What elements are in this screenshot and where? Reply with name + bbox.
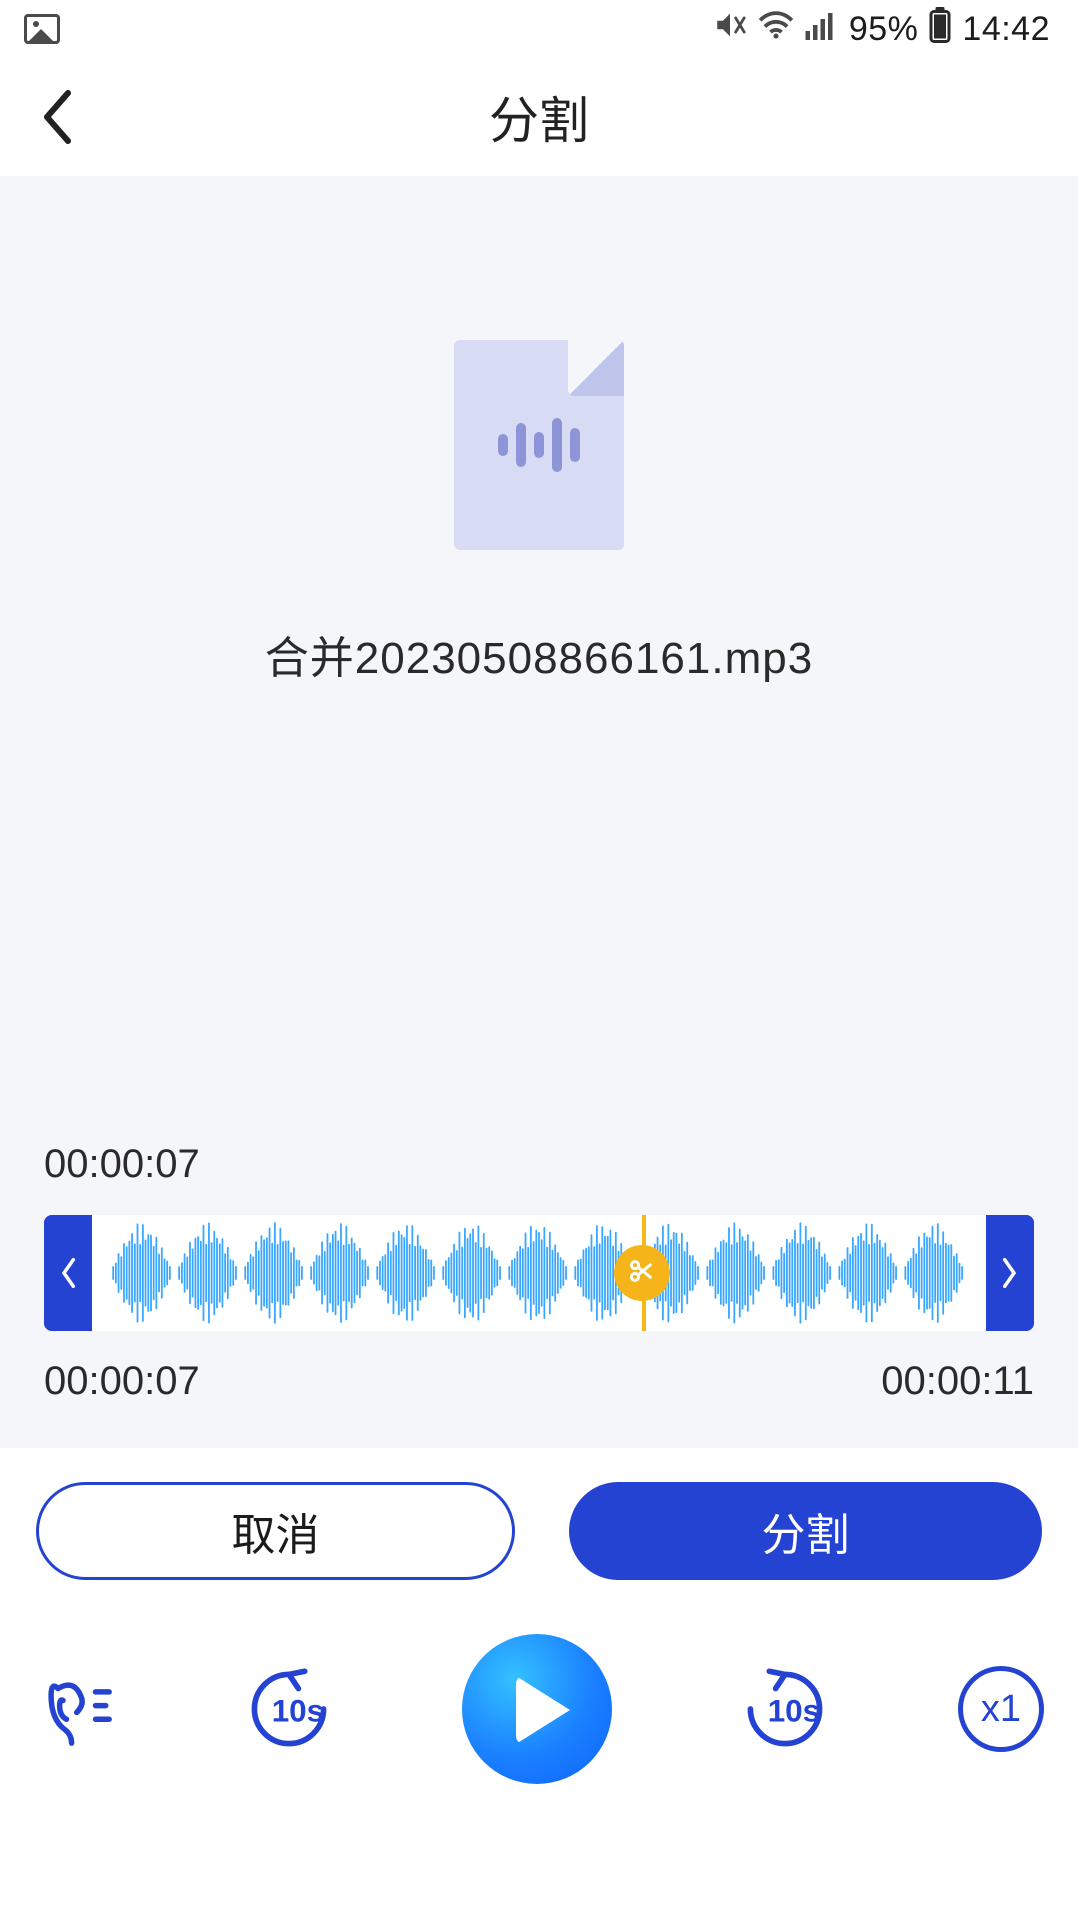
track-scroll-left-button[interactable] xyxy=(44,1215,92,1331)
track-scroll-right-button[interactable] xyxy=(986,1215,1034,1331)
gallery-icon xyxy=(24,14,60,44)
playback-controls: 10s 10s x1 xyxy=(0,1580,1078,1824)
clock: 14:42 xyxy=(962,10,1050,49)
split-button[interactable]: 分割 xyxy=(569,1482,1042,1580)
back-button[interactable] xyxy=(38,87,74,147)
scissors-icon xyxy=(628,1257,656,1290)
wifi-icon xyxy=(757,8,795,51)
play-button[interactable] xyxy=(462,1634,612,1784)
svg-text:10s: 10s xyxy=(768,1694,820,1729)
status-right: 95% 14:42 xyxy=(713,7,1050,52)
action-buttons: 取消 分割 xyxy=(0,1448,1078,1580)
listen-preview-button[interactable] xyxy=(34,1668,116,1750)
track-start-time: 00:00:07 xyxy=(44,1359,200,1404)
battery-pct: 95% xyxy=(849,10,919,49)
app-header: 分割 xyxy=(0,58,1078,176)
track-end-time: 00:00:11 xyxy=(881,1359,1034,1404)
file-name: 合并20230508866161.mp3 xyxy=(265,622,813,686)
rewind-10s-button[interactable]: 10s xyxy=(245,1665,333,1753)
split-handle[interactable] xyxy=(614,1245,670,1301)
battery-icon xyxy=(928,7,952,52)
forward-10s-button[interactable]: 10s xyxy=(741,1665,829,1753)
waveform-icon xyxy=(498,418,580,472)
audio-file-icon xyxy=(454,340,624,550)
waveform-body[interactable] xyxy=(92,1215,986,1331)
status-left xyxy=(24,14,60,44)
waveform-track[interactable] xyxy=(44,1215,1034,1331)
file-preview-area: 合并20230508866161.mp3 xyxy=(0,176,1078,1106)
signal-icon xyxy=(805,10,839,49)
playback-speed-button[interactable]: x1 xyxy=(958,1666,1044,1752)
mute-icon xyxy=(713,8,747,51)
waveform-graphic xyxy=(92,1215,986,1331)
cancel-button[interactable]: 取消 xyxy=(36,1482,515,1580)
split-position-time: 00:00:07 xyxy=(44,1142,1034,1187)
track-time-range: 00:00:07 00:00:11 xyxy=(44,1359,1034,1404)
split-timeline-area: 00:00:07 xyxy=(0,1106,1078,1448)
page-title: 分割 xyxy=(0,81,1078,153)
status-bar: 95% 14:42 xyxy=(0,0,1078,58)
svg-text:10s: 10s xyxy=(272,1694,324,1729)
